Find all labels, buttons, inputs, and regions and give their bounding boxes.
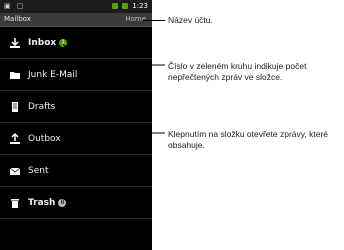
envelope-icon <box>8 164 22 178</box>
signal-icon <box>112 3 119 9</box>
callout-open-folder: Klepnutím na složku otevřete zprávy, kte… <box>168 129 329 150</box>
unread-count-badge: 1 <box>59 38 68 47</box>
inbox-download-icon <box>8 36 22 50</box>
drafts-icon <box>8 100 22 114</box>
folder-label: Trash <box>28 197 56 208</box>
battery-icon <box>122 3 129 9</box>
folder-item-trash[interactable]: Trash 8 <box>0 187 152 219</box>
folder-label: Drafts <box>28 101 56 112</box>
folder-item-outbox[interactable]: Outbox <box>0 123 152 155</box>
status-bar: ▣ ▢ 1:23 <box>0 0 152 13</box>
mailbox-title: Mailbox <box>4 15 31 23</box>
mailbox-header: Mailbox Home <box>0 13 152 27</box>
callout-unread: Číslo v zeleném kruhu indikuje počet nep… <box>168 61 307 82</box>
callout-line-account <box>143 20 165 21</box>
status-time: 1:23 <box>132 2 148 10</box>
unread-count-badge: 8 <box>58 198 67 207</box>
phone-screen: ▣ ▢ 1:23 Mailbox Home Inbox 1 Junk E-Mai… <box>0 0 152 250</box>
folder-label: Inbox <box>28 37 57 48</box>
status-right: 1:23 <box>112 2 148 10</box>
account-name[interactable]: Home <box>125 15 146 23</box>
status-notification-icons: ▣ ▢ <box>4 2 26 10</box>
folder-label: Junk E-Mail <box>28 69 78 80</box>
folder-item-sent[interactable]: Sent <box>0 155 152 187</box>
outbox-upload-icon <box>8 132 22 146</box>
callout-account: Název účtu. <box>168 15 213 25</box>
folder-item-junk[interactable]: Junk E-Mail <box>0 59 152 91</box>
folder-label: Outbox <box>28 133 61 144</box>
folder-item-drafts[interactable]: Drafts <box>0 91 152 123</box>
folder-icon <box>8 68 22 82</box>
folder-list: Inbox 1 Junk E-Mail Drafts Outbox Sent T… <box>0 27 152 219</box>
trash-icon <box>8 196 22 210</box>
folder-item-inbox[interactable]: Inbox 1 <box>0 27 152 59</box>
folder-label: Sent <box>28 165 49 176</box>
